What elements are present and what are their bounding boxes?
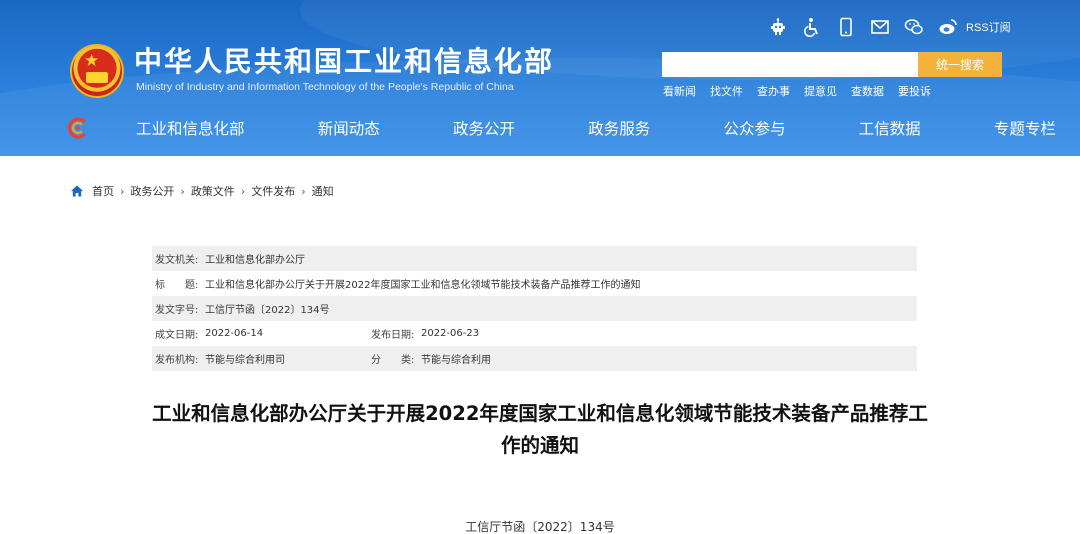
quick-link-files[interactable]: 找文件 bbox=[710, 83, 743, 99]
meta-created-date: 2022-06-14 bbox=[205, 328, 264, 339]
breadcrumb: 首页 › 政务公开 › 政策文件 › 文件发布 › 通知 bbox=[70, 183, 334, 199]
wechat-icon[interactable] bbox=[904, 17, 924, 37]
breadcrumb-government-affairs[interactable]: 政务公开 bbox=[130, 183, 174, 199]
nav-item-government-services[interactable]: 政务服务 bbox=[588, 116, 650, 142]
accessibility-icon[interactable] bbox=[802, 17, 822, 37]
nav-item-special-topics[interactable]: 专题专栏 bbox=[994, 116, 1056, 142]
meta-row-title: 标 题: 工业和信息化部办公厅关于开展2022年度国家工业和信息化领域节能技术装… bbox=[152, 271, 917, 296]
meta-title: 工业和信息化部办公厅关于开展2022年度国家工业和信息化领域节能技术装备产品推荐… bbox=[205, 280, 641, 291]
quick-link-services[interactable]: 查办事 bbox=[757, 83, 790, 99]
search-button[interactable]: 统一搜索 bbox=[918, 52, 1002, 77]
meta-label: 发布机构: bbox=[155, 355, 199, 366]
nav-item-data[interactable]: 工信数据 bbox=[859, 116, 921, 142]
nav-item-public-participation[interactable]: 公众参与 bbox=[723, 116, 785, 142]
top-icon-bar: RSS订阅 bbox=[768, 14, 1011, 40]
quick-links: 看新闻 找文件 查办事 提意见 查数据 要投诉 bbox=[663, 83, 931, 99]
meta-row-issuer: 发文机关: 工业和信息化部办公厅 bbox=[152, 246, 917, 271]
national-emblem-icon[interactable]: ★ bbox=[70, 44, 124, 98]
main-nav: 工业和信息化部 新闻动态 政务公开 政务服务 公众参与 工信数据 专题专栏 bbox=[136, 116, 1056, 142]
meta-label: 标 题: bbox=[155, 280, 199, 291]
meta-label: 发文字号: bbox=[155, 305, 199, 316]
robot-icon[interactable] bbox=[768, 17, 788, 37]
article-doc-number: 工信厅节函〔2022〕134号 bbox=[465, 520, 615, 534]
nav-item-government-affairs[interactable]: 政务公开 bbox=[453, 116, 515, 142]
site-header: ★ 中华人民共和国工业和信息化部 Ministry of Industry an… bbox=[0, 0, 1080, 156]
meta-agency: 节能与综合利用司 bbox=[205, 355, 285, 366]
meta-row-agency: 发布机构: 节能与综合利用司 分 类: 节能与综合利用 bbox=[152, 346, 917, 371]
breadcrumb-separator: › bbox=[180, 184, 185, 198]
nav-item-ministry[interactable]: 工业和信息化部 bbox=[136, 116, 245, 142]
nav-item-news[interactable]: 新闻动态 bbox=[318, 116, 380, 142]
breadcrumb-home[interactable]: 首页 bbox=[92, 183, 114, 199]
weibo-icon[interactable] bbox=[938, 17, 958, 37]
rss-link[interactable]: RSS订阅 bbox=[966, 19, 1011, 35]
meta-category: 节能与综合利用 bbox=[421, 355, 491, 366]
meta-label: 发文机关: bbox=[155, 255, 199, 266]
meta-published-date: 2022-06-23 bbox=[421, 328, 480, 339]
home-icon[interactable] bbox=[70, 184, 84, 198]
quick-link-data[interactable]: 查数据 bbox=[851, 83, 884, 99]
mobile-icon[interactable] bbox=[836, 17, 856, 37]
ministry-logo-icon[interactable] bbox=[66, 116, 90, 140]
meta-label: 成文日期: bbox=[155, 330, 199, 341]
breadcrumb-separator: › bbox=[120, 184, 125, 198]
breadcrumb-file-release[interactable]: 文件发布 bbox=[251, 183, 295, 199]
meta-row-dates: 成文日期: 2022-06-14 发布日期: 2022-06-23 bbox=[152, 321, 917, 346]
site-title[interactable]: 中华人民共和国工业和信息化部 bbox=[134, 45, 554, 79]
document-metadata: 发文机关: 工业和信息化部办公厅 标 题: 工业和信息化部办公厅关于开展2022… bbox=[152, 246, 917, 371]
meta-label: 发布日期: bbox=[371, 330, 415, 341]
site-subtitle: Ministry of Industry and Information Tec… bbox=[136, 81, 514, 93]
breadcrumb-notice[interactable]: 通知 bbox=[312, 183, 334, 199]
meta-row-doc-no: 发文字号: 工信厅节函〔2022〕134号 bbox=[152, 296, 917, 321]
meta-label: 分 类: bbox=[371, 355, 415, 366]
quick-link-news[interactable]: 看新闻 bbox=[663, 83, 696, 99]
quick-link-feedback[interactable]: 提意见 bbox=[804, 83, 837, 99]
meta-doc-no: 工信厅节函〔2022〕134号 bbox=[205, 305, 330, 316]
article-title: 工业和信息化部办公厅关于开展2022年度国家工业和信息化领域节能技术装备产品推荐… bbox=[152, 402, 928, 457]
search-input[interactable] bbox=[662, 52, 918, 77]
quick-link-complaint[interactable]: 要投诉 bbox=[898, 83, 931, 99]
breadcrumb-policy-files[interactable]: 政策文件 bbox=[191, 183, 235, 199]
mail-icon[interactable] bbox=[870, 17, 890, 37]
breadcrumb-separator: › bbox=[301, 184, 306, 198]
meta-issuer: 工业和信息化部办公厅 bbox=[205, 255, 305, 266]
breadcrumb-separator: › bbox=[240, 184, 246, 198]
